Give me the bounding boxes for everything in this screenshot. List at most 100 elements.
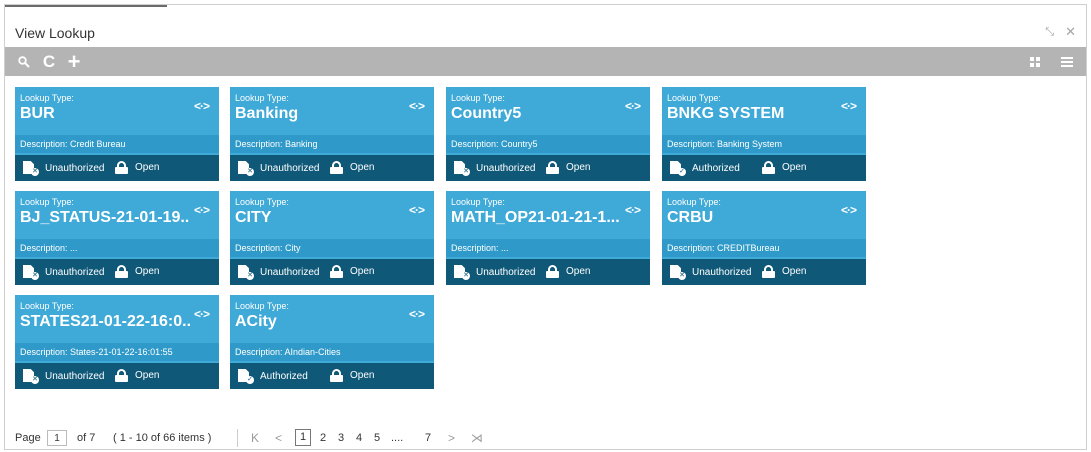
next-page-icon[interactable]: > bbox=[448, 431, 455, 445]
record-state-label: Open bbox=[566, 266, 591, 277]
record-state-label: Open bbox=[135, 370, 160, 381]
link-icon[interactable]: <·> bbox=[409, 307, 425, 321]
authorization-label: Unauthorized bbox=[45, 370, 105, 382]
record-state: Open bbox=[762, 265, 806, 278]
page-1-button[interactable]: 1 bbox=[295, 429, 311, 446]
lookup-card[interactable]: Lookup Type: BUR <·> Description: Credit… bbox=[15, 87, 219, 181]
page-7-button[interactable]: 7 bbox=[425, 432, 431, 444]
record-state: Open bbox=[330, 161, 374, 174]
list-view-button[interactable] bbox=[1056, 47, 1078, 76]
authorized-icon: ✓ bbox=[670, 161, 686, 176]
authorization-label: Unauthorized bbox=[260, 162, 320, 174]
link-icon[interactable]: <·> bbox=[409, 203, 425, 217]
lookup-type-value: Banking bbox=[235, 105, 299, 122]
page-3-button[interactable]: 3 bbox=[338, 432, 344, 444]
lookup-type-value: BNKG SYSTEM bbox=[667, 105, 785, 122]
lookup-type-value: STATES21-01-22-16:0... bbox=[20, 313, 190, 330]
add-icon: + bbox=[67, 48, 81, 74]
description: Description: ... bbox=[446, 239, 650, 257]
list-icon bbox=[1061, 56, 1073, 67]
card-footer: ✕ Unauthorized Open bbox=[230, 259, 434, 285]
lookup-type-value: CITY bbox=[235, 209, 272, 226]
card-footer: ✓ Authorized Open bbox=[230, 363, 434, 389]
lookup-type-value: ACity bbox=[235, 313, 277, 330]
record-state-label: Open bbox=[782, 266, 807, 277]
link-icon[interactable]: <·> bbox=[194, 307, 210, 321]
lookup-card[interactable]: Lookup Type: MATH_OP21-01-21-1... <·> De… bbox=[446, 191, 650, 285]
link-icon[interactable]: <·> bbox=[625, 203, 641, 217]
lookup-type-value: BUR bbox=[20, 105, 55, 122]
unauthorized-icon: ✕ bbox=[238, 265, 254, 280]
first-page-icon[interactable]: K bbox=[251, 431, 259, 445]
lookup-card[interactable]: Lookup Type: BNKG SYSTEM <·> Description… bbox=[662, 87, 866, 181]
unlock-icon bbox=[115, 265, 129, 278]
authorization-status: ✕ Unauthorized bbox=[454, 265, 535, 280]
link-icon[interactable]: <·> bbox=[841, 99, 857, 113]
card-footer: ✕ Unauthorized Open bbox=[15, 155, 219, 181]
authorization-label: Unauthorized bbox=[45, 266, 105, 278]
description: Description: Credit Bureau bbox=[15, 135, 219, 153]
record-state-label: Open bbox=[566, 162, 591, 173]
close-icon[interactable]: ✕ bbox=[1065, 24, 1076, 40]
grid-icon bbox=[1030, 56, 1040, 67]
lookup-card[interactable]: Lookup Type: BJ_STATUS-21-01-19... <·> D… bbox=[15, 191, 219, 285]
authorization-label: Unauthorized bbox=[45, 162, 105, 174]
lookup-type-value: BJ_STATUS-21-01-19... bbox=[20, 209, 190, 226]
page-number-input[interactable] bbox=[47, 430, 67, 446]
lookup-card[interactable]: Lookup Type: Country5 <·> Description: C… bbox=[446, 87, 650, 181]
lookup-card[interactable]: Lookup Type: CRBU <·> Description: CREDI… bbox=[662, 191, 866, 285]
link-icon[interactable]: <·> bbox=[841, 203, 857, 217]
description: Description: Banking bbox=[230, 135, 434, 153]
authorization-status: ✕ Unauthorized bbox=[454, 161, 535, 176]
lookup-card[interactable]: Lookup Type: CITY <·> Description: City … bbox=[230, 191, 434, 285]
lookup-card[interactable]: Lookup Type: STATES21-01-22-16:0... <·> … bbox=[15, 295, 219, 389]
unlock-icon bbox=[330, 161, 344, 174]
page-5-button[interactable]: 5 bbox=[374, 432, 380, 444]
lookup-type-label: Lookup Type: bbox=[20, 197, 74, 207]
authorization-status: ✓ Authorized bbox=[670, 161, 740, 176]
record-state: Open bbox=[115, 265, 159, 278]
authorized-icon: ✓ bbox=[238, 369, 254, 384]
last-page-icon[interactable]: ⋊ bbox=[471, 431, 483, 445]
lookup-type-label: Lookup Type: bbox=[451, 197, 505, 207]
link-icon[interactable]: <·> bbox=[194, 203, 210, 217]
record-state: Open bbox=[115, 161, 159, 174]
card-footer: ✕ Unauthorized Open bbox=[662, 259, 866, 285]
description: Description: ... bbox=[15, 239, 219, 257]
lookup-type-label: Lookup Type: bbox=[235, 93, 289, 103]
lookup-type-label: Lookup Type: bbox=[667, 93, 721, 103]
refresh-button[interactable]: C bbox=[38, 47, 60, 76]
add-button[interactable]: + bbox=[63, 47, 85, 76]
unlock-icon bbox=[762, 161, 776, 174]
view-lookup-window: View Lookup ⤡ ✕ C + Lookup Type: BUR <·> bbox=[4, 4, 1087, 450]
card-footer: ✕ Unauthorized Open bbox=[230, 155, 434, 181]
minimize-icon[interactable]: ⤡ bbox=[1045, 26, 1054, 39]
link-icon[interactable]: <·> bbox=[409, 99, 425, 113]
lookup-type-label: Lookup Type: bbox=[235, 197, 289, 207]
unlock-icon bbox=[330, 369, 344, 382]
unlock-icon bbox=[546, 161, 560, 174]
lookup-card[interactable]: Lookup Type: Banking <·> Description: Ba… bbox=[230, 87, 434, 181]
record-state-label: Open bbox=[782, 162, 807, 173]
lookup-card[interactable]: Lookup Type: ACity <·> Description: AInd… bbox=[230, 295, 434, 389]
authorization-label: Authorized bbox=[260, 370, 308, 382]
total-pages: of 7 bbox=[77, 432, 96, 444]
link-icon[interactable]: <·> bbox=[194, 99, 210, 113]
lookup-type-label: Lookup Type: bbox=[451, 93, 505, 103]
search-icon bbox=[18, 55, 30, 68]
description: Description: CREDITBureau bbox=[662, 239, 866, 257]
prev-page-icon[interactable]: < bbox=[275, 431, 282, 445]
search-button[interactable] bbox=[13, 47, 35, 76]
page-4-button[interactable]: 4 bbox=[356, 432, 362, 444]
pagination-bar: Page of 7 ( 1 - 10 of 66 items ) K < 1 2… bbox=[5, 427, 1086, 449]
page-2-button[interactable]: 2 bbox=[320, 432, 326, 444]
lookup-type-label: Lookup Type: bbox=[20, 301, 74, 311]
tile-view-button[interactable] bbox=[1024, 47, 1046, 76]
card-footer: ✓ Authorized Open bbox=[662, 155, 866, 181]
record-state-label: Open bbox=[350, 162, 375, 173]
authorization-status: ✕ Unauthorized bbox=[23, 265, 105, 280]
unauthorized-icon: ✕ bbox=[23, 369, 39, 384]
link-icon[interactable]: <·> bbox=[625, 99, 641, 113]
record-state-label: Open bbox=[350, 266, 375, 277]
description: Description: Banking System bbox=[662, 135, 866, 153]
